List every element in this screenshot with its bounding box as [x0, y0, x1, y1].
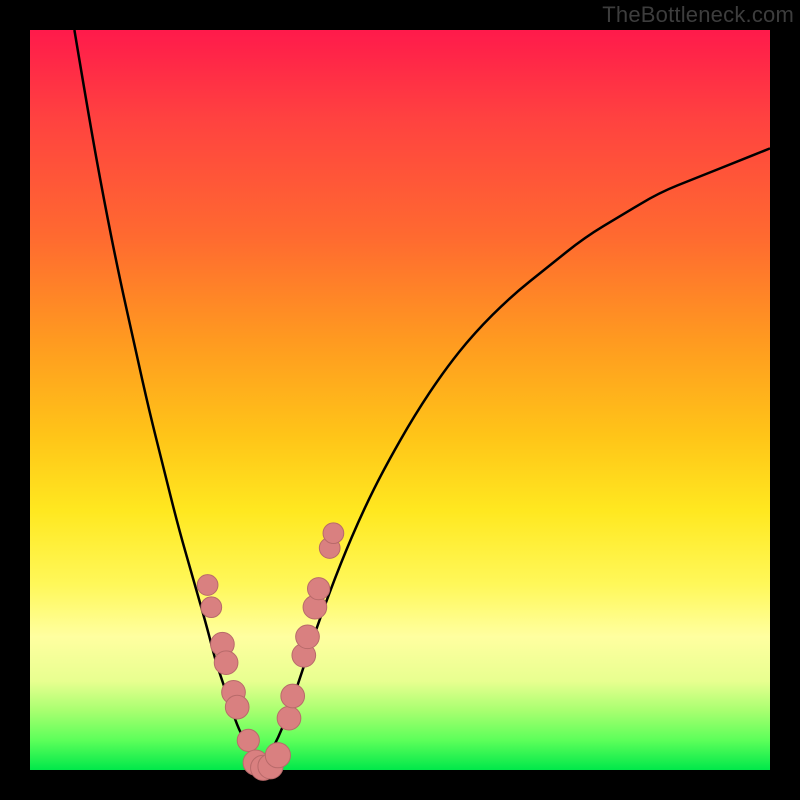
- right-curve: [259, 148, 770, 770]
- plot-area: [30, 30, 770, 770]
- data-marker: [277, 706, 301, 730]
- data-marker: [197, 575, 218, 596]
- data-markers: [197, 523, 344, 781]
- data-marker: [237, 729, 259, 751]
- data-marker: [225, 695, 249, 719]
- chart-frame: TheBottleneck.com: [0, 0, 800, 800]
- data-marker: [281, 684, 305, 708]
- data-marker: [201, 597, 222, 618]
- data-marker: [265, 743, 290, 768]
- data-marker: [323, 523, 344, 544]
- data-marker: [296, 625, 320, 649]
- data-marker: [214, 651, 238, 675]
- data-marker: [308, 578, 330, 600]
- chart-svg: [30, 30, 770, 770]
- watermark-text: TheBottleneck.com: [602, 2, 794, 28]
